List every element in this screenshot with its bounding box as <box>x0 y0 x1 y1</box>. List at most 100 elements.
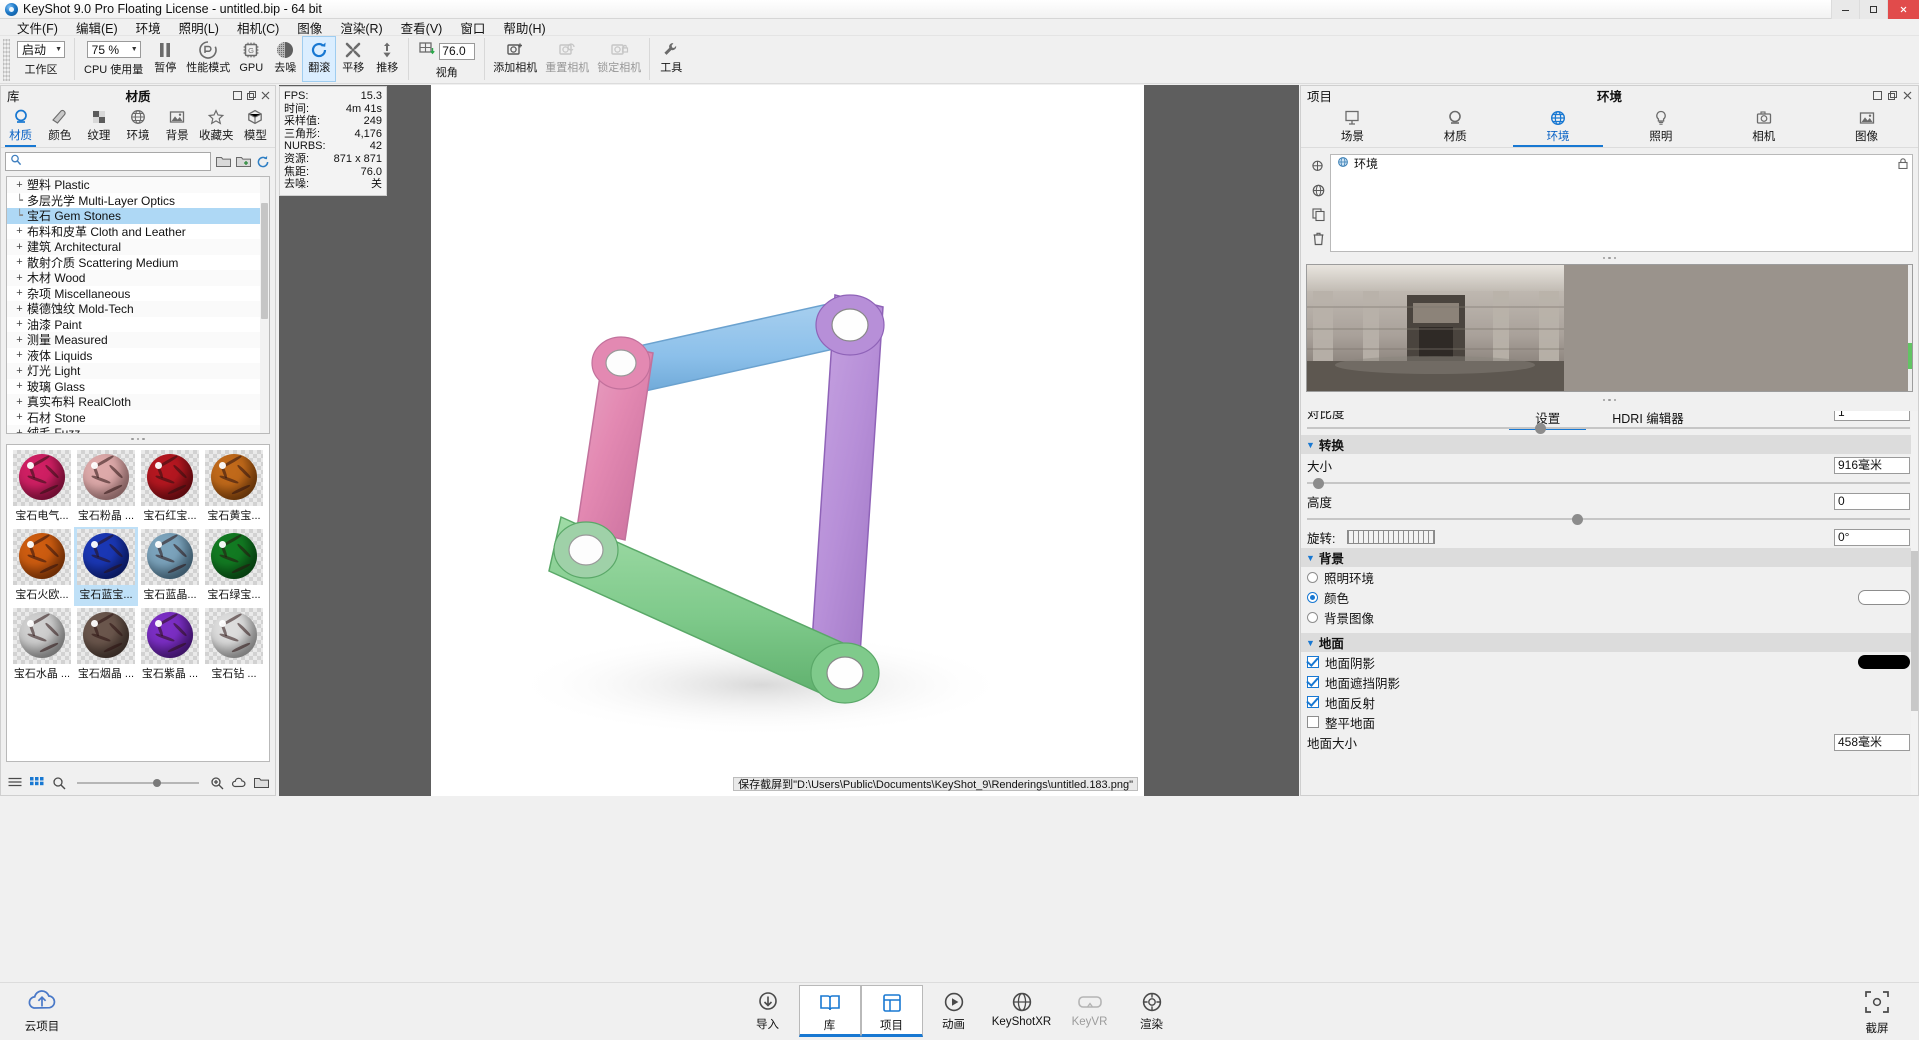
expand-icon[interactable]: + <box>12 179 27 191</box>
contrast-value[interactable]: 1 <box>1834 411 1910 421</box>
lock-camera-button[interactable]: 锁定相机 <box>593 36 645 82</box>
tree-branch-icon[interactable]: ┕ <box>12 194 27 207</box>
material-category-row[interactable]: ┕ 宝石 Gem Stones <box>7 208 260 224</box>
expand-icon[interactable]: + <box>12 349 27 361</box>
dolly-button[interactable]: 推移 <box>370 36 404 82</box>
pan-button[interactable]: 平移 <box>336 36 370 82</box>
project-tab-environment[interactable]: 环境 <box>1507 104 1610 147</box>
panel-splitter[interactable] <box>1 434 275 444</box>
gpu-button[interactable]: G GPU <box>234 36 268 82</box>
expand-icon[interactable]: + <box>12 411 27 423</box>
reset-camera-button[interactable]: 重置相机 <box>541 36 593 82</box>
material-thumbnail[interactable]: 宝石黄宝... <box>202 448 266 527</box>
performance-mode-button[interactable]: 性能模式 <box>182 36 234 82</box>
material-thumbnail[interactable]: 宝石蓝晶... <box>138 527 202 606</box>
expand-icon[interactable]: + <box>12 272 27 284</box>
project-float-icon[interactable] <box>1887 90 1897 100</box>
checkbox-flatten-ground[interactable] <box>1307 716 1319 728</box>
hdri-splitter[interactable] <box>1301 392 1918 408</box>
expand-icon[interactable]: + <box>12 287 27 299</box>
library-tab-model[interactable]: 模型 <box>236 104 275 147</box>
ground-reflection-row[interactable]: 地面反射 <box>1301 692 1918 712</box>
material-category-row[interactable]: + 测量 Measured <box>7 332 260 348</box>
expand-icon[interactable]: + <box>12 225 27 237</box>
checkbox-ground-shadow[interactable] <box>1307 656 1319 668</box>
checkbox-ground-reflection[interactable] <box>1307 696 1319 708</box>
tumble-button[interactable]: 翻滚 <box>302 36 337 82</box>
tools-button[interactable]: 工具 <box>654 36 688 82</box>
environment-splitter[interactable] <box>1301 252 1918 264</box>
menu-camera[interactable]: 相机(C) <box>228 17 288 38</box>
height-slider[interactable] <box>1301 512 1918 526</box>
zoom-out-icon[interactable] <box>51 775 67 791</box>
material-category-row[interactable]: + 建筑 Architectural <box>7 239 260 255</box>
library-tab-environment[interactable]: 环境 <box>118 104 157 147</box>
perspective-value[interactable]: 76.0 <box>439 42 476 60</box>
material-thumbnail[interactable]: 宝石紫晶 ... <box>138 606 202 685</box>
size-value[interactable]: 916毫米 <box>1834 456 1910 474</box>
radio-lighting-environment[interactable] <box>1307 571 1318 583</box>
material-category-row[interactable]: + 散射介质 Scattering Medium <box>7 254 260 270</box>
size-slider[interactable] <box>1301 476 1918 490</box>
snapshot-button[interactable]: 截屏 <box>1849 989 1905 1036</box>
project-close-icon[interactable] <box>1902 90 1912 100</box>
material-category-row[interactable]: + 石材 Stone <box>7 409 260 425</box>
library-search-box[interactable] <box>5 152 211 171</box>
checkbox-ground-occlusion[interactable] <box>1307 676 1319 688</box>
expand-icon[interactable]: + <box>12 334 27 346</box>
render-canvas[interactable]: 保存截屏到"D:\Users\Public\Documents\KeyShot_… <box>431 85 1144 796</box>
library-tab-favorites[interactable]: 收藏夹 <box>197 104 236 147</box>
library-float-icon[interactable] <box>246 90 256 100</box>
material-thumbnail-grid[interactable]: 宝石电气... 宝石粉晶 ... 宝石红宝... 宝石黄宝... 宝石火欧... 宝石蓝宝… <box>6 444 270 762</box>
menu-help[interactable]: 帮助(H) <box>494 17 554 38</box>
project-tab-lighting[interactable]: 照明 <box>1609 104 1712 147</box>
ground-section-header[interactable]: ▼ 地面 <box>1301 633 1918 652</box>
trash-icon[interactable] <box>1309 230 1327 246</box>
menu-environment[interactable]: 环境 <box>127 17 170 38</box>
denoise-button[interactable]: 去噪 <box>268 36 302 82</box>
material-category-row[interactable]: + 真实布料 RealCloth <box>7 394 260 410</box>
cloud-project-button[interactable]: 云项目 <box>14 988 70 1034</box>
radio-background-image[interactable] <box>1307 611 1318 623</box>
thumbnail-size-knob[interactable] <box>152 779 161 787</box>
thumbnail-size-slider[interactable] <box>77 776 199 790</box>
expand-icon[interactable]: + <box>12 427 27 433</box>
expand-icon[interactable]: + <box>12 396 27 408</box>
expand-icon[interactable]: + <box>12 241 27 253</box>
menu-view[interactable]: 查看(V) <box>392 17 452 38</box>
material-category-tree[interactable]: + 塑料 Plastic ┕ 多层光学 Multi-Layer Optics ┕ 宝石 G… <box>6 176 270 434</box>
tree-branch-icon[interactable]: ┕ <box>12 209 27 222</box>
material-category-row[interactable]: + 模德蚀纹 Mold-Tech <box>7 301 260 317</box>
project-tab-material[interactable]: 材质 <box>1404 104 1507 147</box>
cpu-usage-selector[interactable]: 75 % ▼ CPU 使用量 <box>79 36 148 82</box>
material-thumbnail[interactable]: 宝石蓝宝... <box>74 527 138 606</box>
rotation-value[interactable]: 0° <box>1834 528 1910 546</box>
maximize-button[interactable] <box>1859 0 1887 19</box>
menu-lighting[interactable]: 照明(L) <box>170 17 228 38</box>
add-camera-button[interactable]: 添加相机 <box>489 36 541 82</box>
project-tab-scene[interactable]: 场景 <box>1301 104 1404 147</box>
menu-render[interactable]: 渲染(R) <box>331 17 391 38</box>
material-category-row[interactable]: + 玻璃 Glass <box>7 378 260 394</box>
search-input[interactable] <box>26 154 206 169</box>
expand-icon[interactable]: + <box>12 303 27 315</box>
rotation-knurl-control[interactable] <box>1347 530 1436 544</box>
background-color-swatch[interactable] <box>1858 589 1910 605</box>
settings-scrollbar[interactable] <box>1911 411 1918 795</box>
keyshotxr-button[interactable]: KeyShotXR <box>985 985 1059 1037</box>
transform-section-header[interactable]: ▼ 转换 <box>1301 435 1918 454</box>
globe-icon[interactable] <box>1309 182 1327 198</box>
height-slider-knob[interactable] <box>1572 513 1584 525</box>
contrast-slider[interactable] <box>1301 421 1918 435</box>
list-view-icon[interactable] <box>7 775 23 791</box>
hdri-preview[interactable] <box>1306 264 1913 392</box>
material-category-row[interactable]: +绒毛 Fuzz <box>7 425 260 433</box>
toolbar-grip[interactable] <box>3 39 10 81</box>
animation-button[interactable]: 动画 <box>923 985 985 1037</box>
ground-occlusion-row[interactable]: 地面遮挡阴影 <box>1301 672 1918 692</box>
library-tab-background[interactable]: 背景 <box>158 104 197 147</box>
material-thumbnail[interactable]: 宝石电气... <box>10 448 74 527</box>
environment-list[interactable]: 环境 <box>1330 154 1913 252</box>
library-button[interactable]: 库 <box>798 985 861 1037</box>
material-category-row[interactable]: + 灯光 Light <box>7 363 260 379</box>
